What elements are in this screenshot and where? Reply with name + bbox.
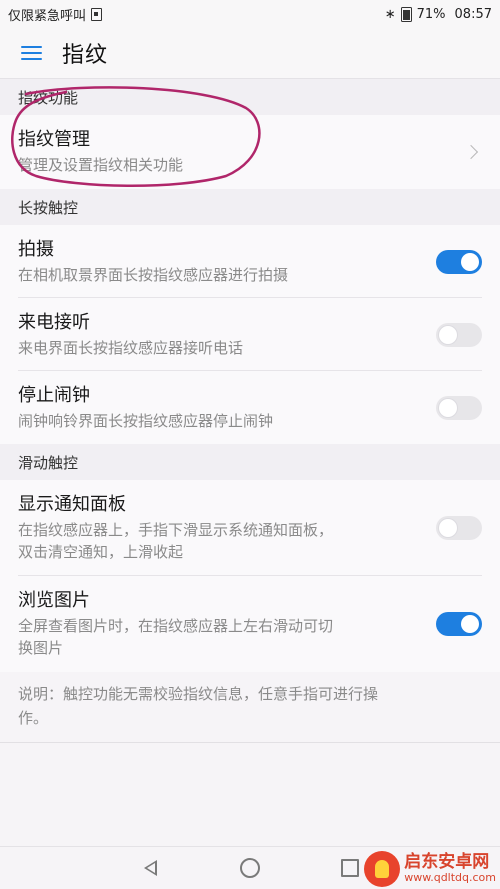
explanation-note: 说明：触控功能无需校验指纹信息，任意手指可进行操 作。 [0, 672, 500, 743]
toggle-knob [461, 252, 479, 271]
battery-level: 71% [416, 6, 446, 22]
toggle-knob [439, 325, 457, 344]
stop-alarm-toggle[interactable] [436, 395, 482, 420]
back-button[interactable] [130, 848, 170, 888]
toggle-knob [439, 519, 457, 537]
recent-apps-square-icon [341, 859, 359, 877]
item-subtitle-line: 全屏查看图片时，在指纹感应器上左右滑动可切 [18, 617, 334, 635]
item-subtitle: 在指纹感应器上，手指下滑显示系统通知面板， 双击清空通知，上滑收起 [18, 519, 424, 563]
item-title: 拍摄 [18, 238, 54, 260]
item-subtitle: 在相机取景界面长按指纹感应器进行拍摄 [18, 265, 289, 284]
home-button[interactable] [230, 848, 270, 888]
section-header-swipe: 滑动触控 [0, 444, 500, 480]
list-item-notification-panel[interactable]: 显示通知面板 在指纹感应器上，手指下滑显示系统通知面板， 双击清空通知，上滑收起 [0, 480, 500, 576]
item-subtitle-line: 双击清空通知，上滑收起 [18, 543, 184, 561]
item-subtitle: 全屏查看图片时，在指纹感应器上左右滑动可切 换图片 [18, 615, 424, 659]
note-line: 说明：触控功能无需校验指纹信息，任意手指可进行操 [18, 685, 379, 703]
item-subtitle: 来电界面长按指纹感应器接听电话 [18, 338, 244, 357]
watermark-logo-icon [364, 851, 401, 887]
item-title: 浏览图片 [18, 590, 90, 611]
clock: 08:57 [454, 6, 492, 22]
item-subtitle-line: 换图片 [18, 639, 64, 657]
hamburger-menu-icon [20, 46, 42, 60]
item-subtitle: 闹钟响铃界面长按指纹感应器停止闹钟 [18, 411, 274, 430]
list-item-answer-call[interactable]: 来电接听 来电界面长按指纹感应器接听电话 [0, 298, 500, 371]
capture-toggle[interactable] [436, 249, 482, 274]
list-item-stop-alarm[interactable]: 停止闹钟 闹钟响铃界面长按指纹感应器停止闹钟 [0, 371, 500, 444]
home-circle-icon [240, 858, 260, 878]
note-line: 作。 [18, 709, 49, 727]
list-item-capture[interactable]: 拍摄 在相机取景界面长按指纹感应器进行拍摄 [0, 225, 500, 298]
browse-pictures-toggle[interactable] [436, 612, 482, 636]
watermark-title: 启东安卓网 [404, 852, 490, 873]
toggle-knob [439, 398, 457, 417]
list-item-browse-pictures[interactable]: 浏览图片 全屏查看图片时，在指纹感应器上左右滑动可切 换图片 [0, 576, 500, 672]
item-title: 来电接听 [18, 311, 90, 333]
chevron-right-icon [463, 144, 479, 160]
watermark-url: www.qdltdq.com [404, 871, 496, 885]
bluetooth-icon: ∗ [384, 6, 396, 22]
app-bar: 指纹 [0, 28, 500, 79]
item-title: 停止闹钟 [18, 384, 90, 406]
page-title: 指纹 [62, 43, 109, 68]
fingerprint-management-item[interactable]: 指纹管理 管理及设置指纹相关功能 [0, 115, 500, 189]
status-bar: 仅限紧急呼叫 ∗ 71% 08:57 [0, 0, 500, 28]
item-subtitle-line: 在指纹感应器上，手指下滑显示系统通知面板， [18, 521, 334, 539]
item-subtitle: 管理及设置指纹相关功能 [18, 156, 184, 174]
section-header-fingerprint-function: 指纹功能 [0, 79, 500, 115]
carrier-text: 仅限紧急呼叫 [8, 8, 87, 24]
answer-call-toggle[interactable] [436, 322, 482, 347]
sim-card-icon [91, 7, 103, 21]
notification-panel-toggle[interactable] [436, 516, 482, 540]
watermark: 启东安卓网 www.qdltdq.com [364, 851, 496, 887]
menu-button[interactable] [0, 28, 62, 78]
item-title: 指纹管理 [18, 129, 90, 150]
toggle-knob [461, 615, 479, 633]
item-title: 显示通知面板 [18, 494, 126, 515]
battery-icon [400, 6, 412, 22]
back-triangle-icon [143, 860, 157, 876]
section-header-long-press: 长按触控 [0, 189, 500, 225]
